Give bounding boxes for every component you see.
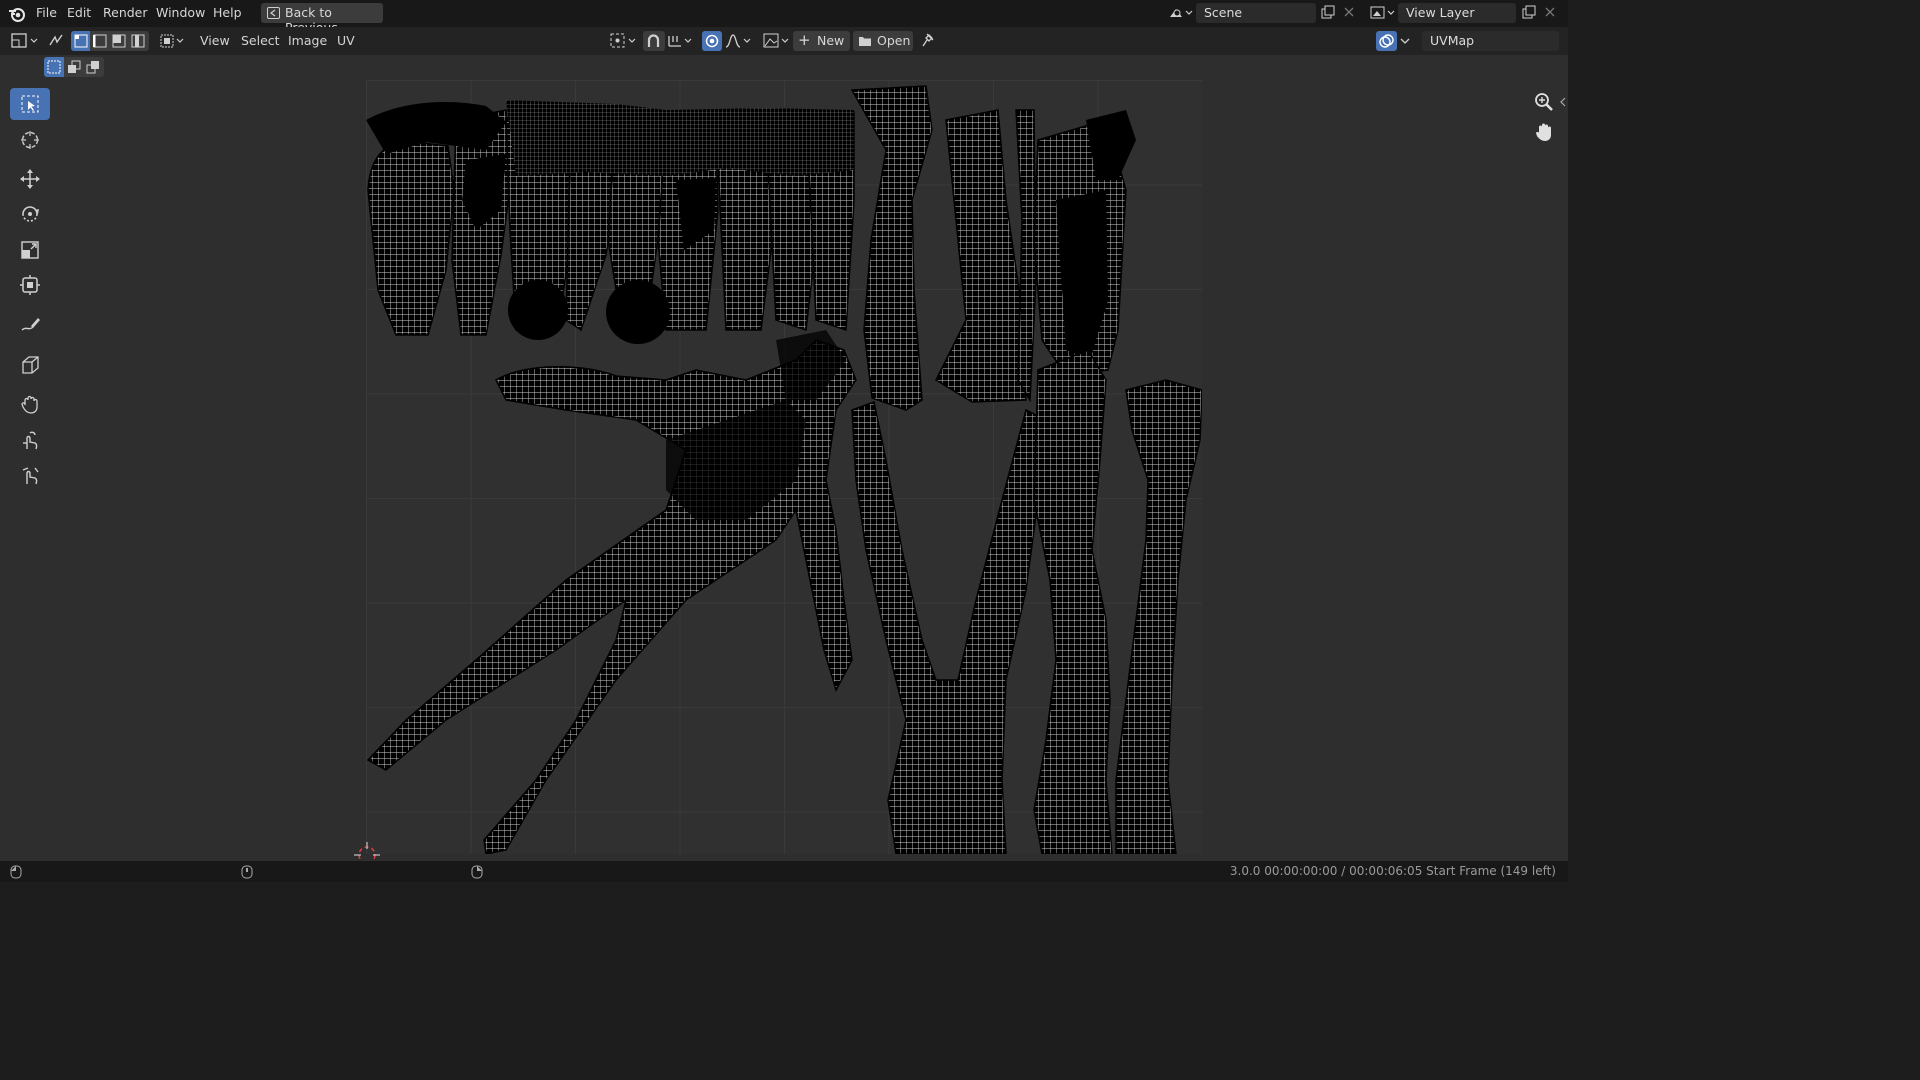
uv-sync-selection-icon[interactable] bbox=[47, 32, 65, 50]
select-subtract-icon[interactable] bbox=[86, 60, 100, 74]
island-select-icon[interactable] bbox=[131, 34, 145, 48]
magnet-icon bbox=[647, 34, 660, 47]
open-image-label: Open bbox=[877, 33, 911, 48]
tool-grab[interactable] bbox=[10, 388, 50, 420]
tool-scale[interactable] bbox=[10, 234, 50, 266]
tool-rip-region[interactable] bbox=[10, 349, 50, 381]
overlays-icon bbox=[1379, 34, 1394, 48]
tool-relax[interactable] bbox=[10, 424, 50, 456]
image-browse-icon[interactable] bbox=[762, 32, 792, 50]
tool-cursor[interactable] bbox=[10, 124, 50, 156]
selection-mode-group bbox=[71, 31, 149, 51]
blender-logo-icon[interactable] bbox=[8, 5, 26, 22]
view-layer-name-field[interactable]: View Layer bbox=[1398, 3, 1516, 23]
open-image-button[interactable]: Open bbox=[853, 31, 913, 51]
menu-select[interactable]: Select bbox=[241, 33, 280, 48]
menu-file[interactable]: File bbox=[36, 5, 57, 20]
duplicate-scene-icon[interactable] bbox=[1321, 5, 1336, 20]
pinch-icon bbox=[22, 467, 39, 485]
back-to-previous-button[interactable]: Back to Previous bbox=[261, 3, 383, 35]
tool-move[interactable] bbox=[10, 163, 50, 195]
tool-annotate[interactable] bbox=[10, 309, 50, 341]
top-bar: File Edit Render Window Help Back to Pre… bbox=[0, 0, 1568, 35]
select-new-button[interactable] bbox=[44, 57, 64, 77]
new-image-label: New bbox=[817, 33, 845, 48]
falloff-curve-icon[interactable] bbox=[724, 32, 754, 50]
proportional-editing-button[interactable] bbox=[702, 31, 722, 51]
scale-icon bbox=[21, 241, 39, 259]
tool-select-box[interactable] bbox=[10, 88, 50, 120]
vertex-select-button[interactable] bbox=[71, 31, 90, 51]
mouse-right-icon bbox=[471, 865, 483, 879]
zoom-icon[interactable] bbox=[1533, 91, 1555, 113]
new-image-button[interactable]: + New bbox=[793, 31, 850, 51]
face-select-icon[interactable] bbox=[112, 34, 126, 48]
annotate-icon bbox=[21, 318, 40, 331]
duplicate-view-layer-icon[interactable] bbox=[1522, 5, 1537, 20]
move-icon bbox=[20, 169, 40, 189]
transform-icon bbox=[20, 275, 40, 295]
proportional-editing-icon bbox=[705, 34, 719, 48]
grab-icon bbox=[21, 395, 38, 414]
menu-window[interactable]: Window bbox=[156, 5, 205, 20]
uv-viewport[interactable] bbox=[0, 55, 1568, 861]
uv-2d-cursor-icon[interactable] bbox=[352, 840, 382, 861]
view-layer-icon[interactable] bbox=[1369, 5, 1397, 21]
pan-hand-icon[interactable] bbox=[1533, 121, 1555, 143]
select-mode-group bbox=[44, 57, 104, 77]
close-view-layer-icon[interactable] bbox=[1544, 6, 1556, 18]
editor-type-icon[interactable] bbox=[10, 32, 40, 50]
pin-icon[interactable] bbox=[921, 32, 937, 48]
uvmap-field[interactable]: UVMap bbox=[1422, 31, 1559, 51]
menu-image[interactable]: Image bbox=[288, 33, 327, 48]
pivot-point-icon[interactable] bbox=[609, 32, 639, 50]
sidebar-toggle-icon[interactable] bbox=[1559, 97, 1567, 107]
overlays-button[interactable] bbox=[1376, 31, 1397, 51]
menu-view[interactable]: View bbox=[200, 33, 230, 48]
relax-icon bbox=[23, 431, 38, 450]
plus-icon: + bbox=[798, 31, 811, 49]
overlays-dropdown-icon[interactable] bbox=[1399, 36, 1411, 46]
scene-name-field[interactable]: Scene bbox=[1196, 3, 1316, 23]
back-icon bbox=[267, 7, 280, 19]
tool-rotate[interactable] bbox=[10, 198, 50, 230]
mouse-left-icon bbox=[10, 865, 22, 879]
snap-toggle-button[interactable] bbox=[643, 31, 665, 51]
menu-uv[interactable]: UV bbox=[337, 33, 355, 48]
edge-select-icon[interactable] bbox=[93, 34, 107, 48]
snap-target-icon[interactable] bbox=[667, 32, 695, 50]
tool-transform[interactable] bbox=[10, 269, 50, 301]
tool-pinch[interactable] bbox=[10, 459, 50, 491]
mouse-middle-icon bbox=[241, 865, 253, 879]
menu-render[interactable]: Render bbox=[103, 5, 148, 20]
menu-help[interactable]: Help bbox=[213, 5, 242, 20]
version-timecode-text: 3.0.0 00:00:00:00 / 00:00:06:05 Start Fr… bbox=[1229, 864, 1556, 878]
select-extend-icon[interactable] bbox=[67, 60, 81, 74]
rip-region-icon bbox=[22, 356, 39, 374]
status-bar: 3.0.0 00:00:00:00 / 00:00:06:05 Start Fr… bbox=[0, 861, 1568, 882]
vertex-select-icon bbox=[74, 34, 88, 48]
uv-editor-header: View Select Image UV + New Open UVMap bbox=[0, 27, 1568, 55]
folder-icon bbox=[859, 37, 871, 46]
rotate-icon bbox=[22, 206, 39, 222]
uv-islands bbox=[366, 85, 1202, 854]
menu-edit[interactable]: Edit bbox=[67, 5, 91, 20]
close-scene-icon[interactable] bbox=[1343, 6, 1355, 18]
scene-icon[interactable] bbox=[1168, 5, 1194, 21]
select-new-icon bbox=[47, 60, 61, 74]
sticky-selection-icon[interactable] bbox=[158, 32, 186, 50]
select-box-icon bbox=[21, 95, 39, 113]
uv-grid bbox=[366, 80, 1202, 854]
cursor-icon bbox=[21, 131, 39, 149]
